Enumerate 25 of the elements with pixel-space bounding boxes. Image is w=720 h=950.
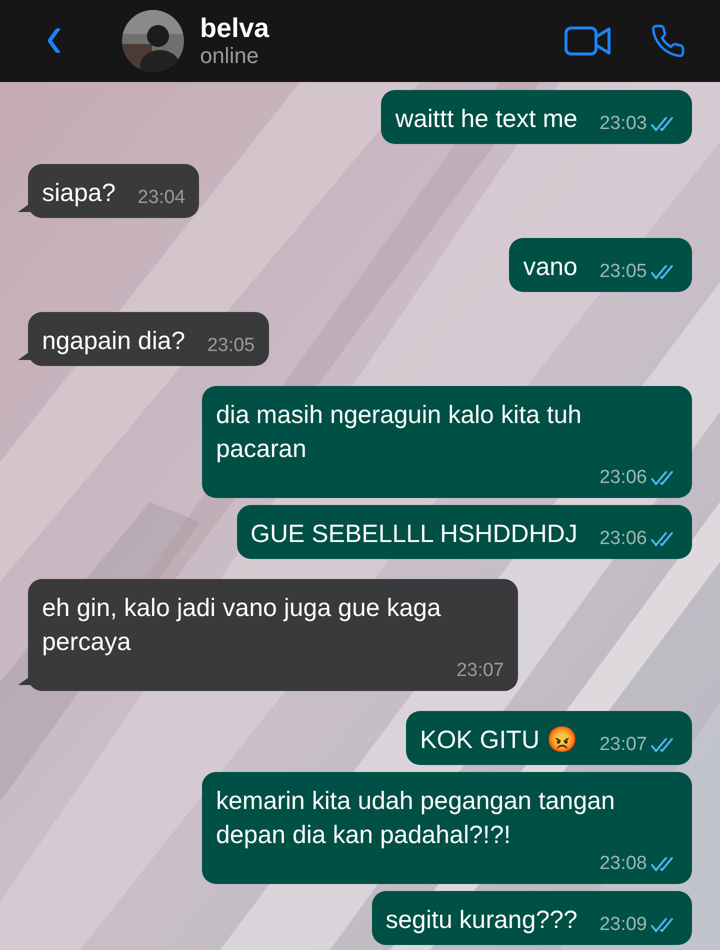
video-call-icon[interactable] (564, 25, 612, 57)
message-text: vano (523, 252, 578, 283)
message-time: 23:03 (599, 112, 647, 136)
contact-name: belva (200, 14, 270, 44)
message-text: kemarin kita udah pegangan tangan depan dia kan padahal?!?! (216, 786, 616, 851)
message-time: 23:08 (599, 852, 647, 876)
message-time: 23:06 (599, 527, 647, 551)
message-text: waittt he text me (395, 104, 578, 135)
message-text: segitu kurang??? (386, 905, 578, 936)
message-text: dia masih ngeraguin kalo kita tuh pacaran (216, 400, 583, 465)
message-time: 23:04 (138, 186, 186, 210)
phone-icon[interactable] (650, 23, 686, 59)
message-time: 23:05 (599, 260, 647, 284)
status-text: online (200, 44, 260, 68)
message-time: 23:05 (207, 334, 255, 358)
message-time: 23:09 (599, 913, 647, 937)
message-time: 23:07 (599, 733, 647, 757)
message-text: ngapain dia? (42, 326, 186, 357)
message-text: KOK GITU 😡 (420, 725, 578, 756)
message-text: siapa? (42, 178, 116, 209)
back-button[interactable]: ‹ (30, 6, 78, 76)
message-text: GUE SEBELLLL HSHDDHDJ (250, 519, 578, 550)
message-time: 23:07 (456, 659, 504, 683)
message-text: eh gin, kalo jadi vano juga gue kaga percaya (42, 593, 442, 658)
message-time: 23:06 (599, 466, 647, 490)
